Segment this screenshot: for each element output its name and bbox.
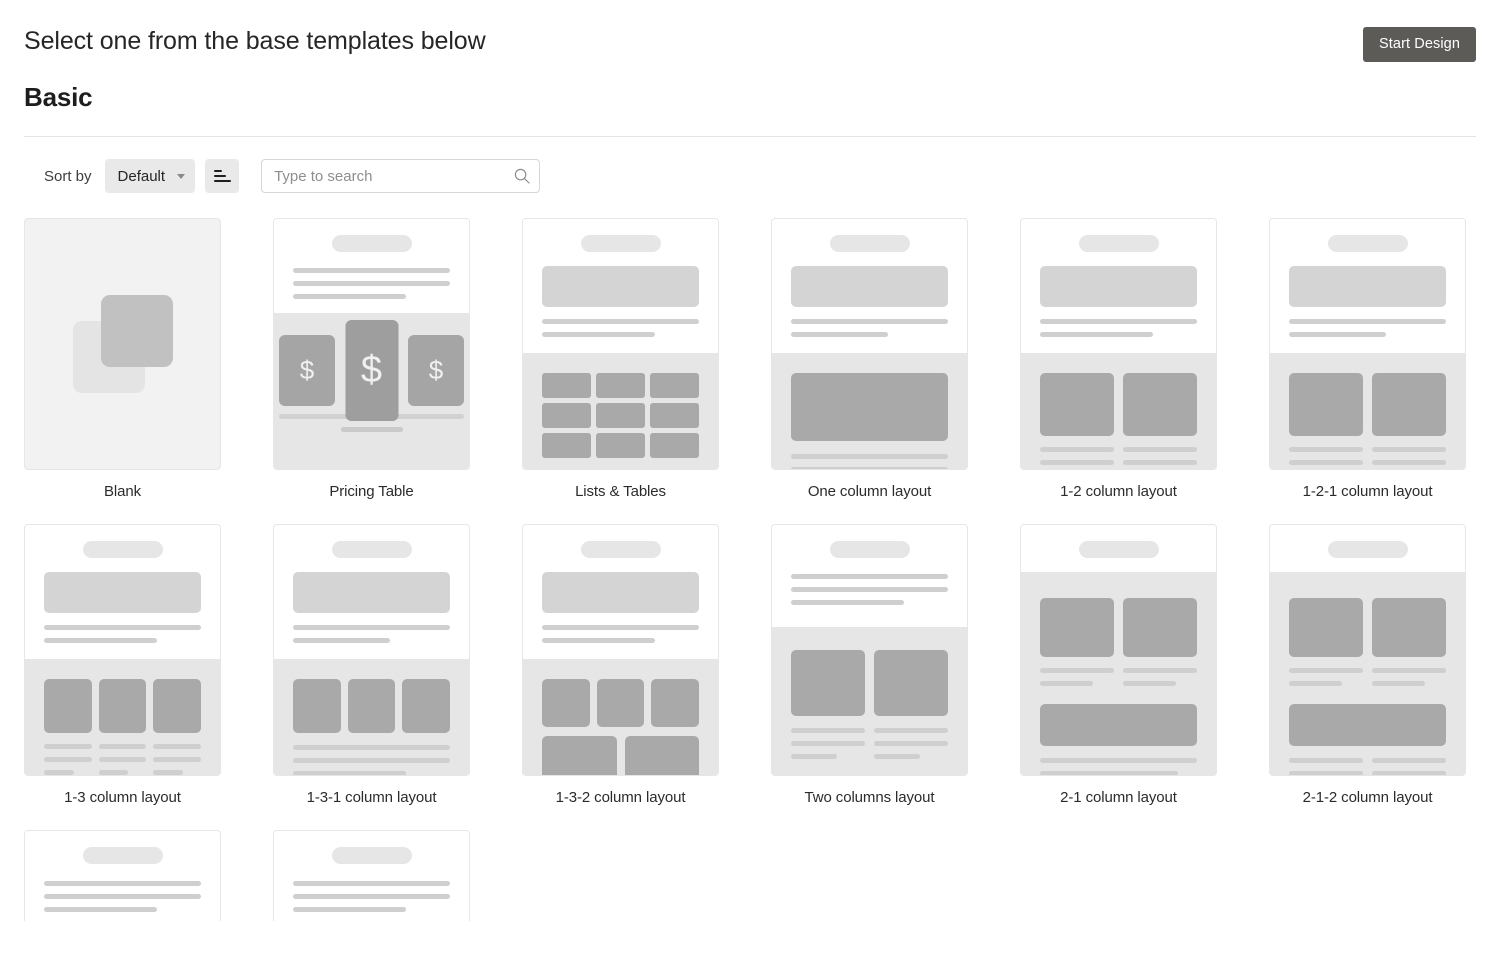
table-wireframe — [542, 373, 699, 458]
template-card-2-1-column[interactable]: 2-1 column layout — [1020, 524, 1217, 830]
price-card-center: $ — [345, 320, 398, 421]
template-label: 1-3 column layout — [64, 789, 181, 806]
template-card-partial-2[interactable] — [273, 830, 470, 921]
template-thumbnail[interactable] — [1269, 218, 1466, 470]
template-card-1-2-column[interactable]: 1-2 column layout — [1020, 218, 1217, 524]
template-thumbnail[interactable] — [1020, 524, 1217, 776]
template-thumbnail[interactable] — [24, 524, 221, 776]
template-card-blank[interactable]: Blank — [24, 218, 221, 524]
template-thumbnail[interactable] — [273, 524, 470, 776]
template-card-one-column[interactable]: One column layout — [771, 218, 968, 524]
search-input[interactable] — [261, 159, 541, 193]
price-card-left: $ — [279, 335, 335, 406]
template-picker-page: Select one from the base templates below… — [0, 0, 1500, 966]
template-thumbnail[interactable] — [771, 524, 968, 776]
template-card-2-1-2-column[interactable]: 2-1-2 column layout — [1269, 524, 1466, 830]
template-label: Pricing Table — [329, 483, 414, 500]
template-grid: Blank $ $ $ Pricing Table Lists & Tables… — [0, 193, 1500, 921]
template-card-pricing-table[interactable]: $ $ $ Pricing Table — [273, 218, 470, 524]
template-label: One column layout — [807, 483, 932, 500]
template-card-1-2-1-column[interactable]: 1-2-1 column layout — [1269, 218, 1466, 524]
template-label: Two columns layout — [804, 789, 935, 806]
sort-direction-button[interactable] — [205, 159, 240, 193]
sort-by-label: Sort by — [44, 167, 92, 185]
template-label: 1-3-2 column layout — [555, 789, 686, 806]
search-field — [261, 159, 541, 193]
template-label: 1-2 column layout — [1060, 483, 1177, 500]
template-thumbnail[interactable]: $ $ $ — [273, 218, 470, 470]
template-thumbnail[interactable] — [24, 218, 221, 470]
template-card-lists-tables[interactable]: Lists & Tables — [522, 218, 719, 524]
template-card-partial-1[interactable] — [24, 830, 221, 921]
section-title: Basic — [24, 82, 93, 112]
page-header: Select one from the base templates below… — [0, 0, 1500, 113]
template-thumbnail[interactable] — [771, 218, 968, 470]
template-label: 2-1-2 column layout — [1302, 789, 1433, 806]
template-card-1-3-2-column[interactable]: 1-3-2 column layout — [522, 524, 719, 830]
price-card-right: $ — [408, 335, 464, 406]
template-label: 1-3-1 column layout — [306, 789, 437, 806]
template-thumbnail[interactable] — [1020, 218, 1217, 470]
template-label: Lists & Tables — [575, 483, 666, 500]
template-thumbnail[interactable] — [522, 524, 719, 776]
blank-squares-icon — [72, 295, 173, 393]
start-design-button[interactable]: Start Design — [1363, 27, 1476, 62]
template-thumbnail[interactable] — [522, 218, 719, 470]
template-card-two-columns[interactable]: Two columns layout — [771, 524, 968, 830]
sort-by-select[interactable]: Default — [104, 159, 196, 193]
template-label: 1-2-1 column layout — [1302, 483, 1433, 500]
toolbar: Sort by Default — [0, 137, 1500, 193]
template-label: 2-1 column layout — [1060, 789, 1177, 806]
sort-ascending-icon — [213, 169, 231, 183]
template-thumbnail[interactable] — [1269, 524, 1466, 776]
template-card-1-3-1-column[interactable]: 1-3-1 column layout — [273, 524, 470, 830]
sort-by-value: Default — [117, 167, 166, 185]
page-title: Select one from the base templates below — [24, 27, 486, 55]
template-card-1-3-column[interactable]: 1-3 column layout — [24, 524, 221, 830]
template-label: Blank — [103, 483, 142, 500]
template-thumbnail[interactable] — [24, 830, 221, 921]
template-thumbnail[interactable] — [273, 830, 470, 921]
chevron-down-icon — [177, 173, 186, 179]
